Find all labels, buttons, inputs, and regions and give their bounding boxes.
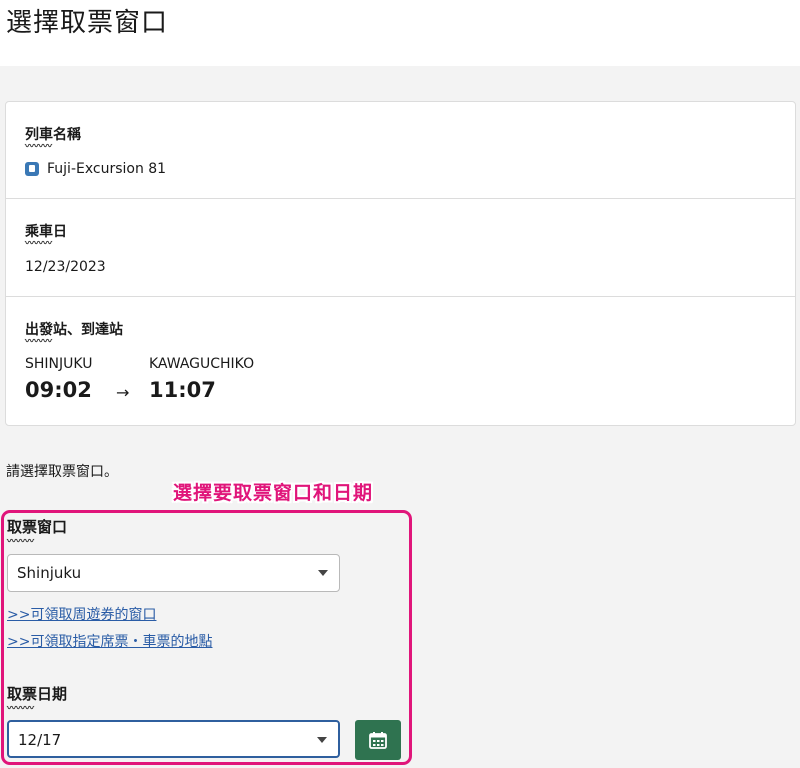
ride-date-label-jp: 〰〰〰 bbox=[25, 239, 53, 249]
arrival-station: KAWAGUCHIKO bbox=[149, 356, 255, 372]
pickup-date-select[interactable]: 12/17 bbox=[7, 720, 340, 758]
train-name-label-jp: 〰〰〰 bbox=[25, 142, 53, 152]
page-title: 選擇取票窗口 bbox=[6, 8, 169, 38]
page-header: 選擇取票窗口 bbox=[0, 0, 800, 66]
pickup-date-label-jp: 〰〰〰 bbox=[7, 704, 35, 714]
train-info-card: 列車名稱 〰〰〰 Fuji-Excursion 81 乘車日 〰〰〰 12/23… bbox=[5, 101, 796, 426]
train-name-section: 列車名稱 〰〰〰 Fuji-Excursion 81 bbox=[6, 102, 795, 199]
train-icon bbox=[25, 162, 39, 176]
pickup-date-value: 12/17 bbox=[18, 731, 62, 749]
calendar-icon bbox=[369, 732, 387, 749]
annotation-callout: 選擇要取票窗口和日期 bbox=[173, 482, 374, 504]
pickup-window-select[interactable]: Shinjuku bbox=[7, 554, 340, 592]
stations-label-jp: 〰〰〰 bbox=[25, 337, 53, 347]
calendar-button[interactable] bbox=[355, 720, 401, 760]
pickup-window-value: Shinjuku bbox=[17, 564, 82, 582]
ride-date-section: 乘車日 〰〰〰 12/23/2023 bbox=[6, 199, 795, 297]
train-name-label: 列車名稱 bbox=[25, 127, 81, 143]
arrival-time: 11:07 bbox=[149, 378, 216, 402]
pass-pickup-window-link[interactable]: >>可領取周遊券的窗口 bbox=[7, 604, 156, 624]
pickup-window-label-jp: 〰〰〰 bbox=[7, 537, 35, 547]
ride-date-label: 乘車日 bbox=[25, 224, 67, 240]
reserved-ticket-location-link[interactable]: >>可領取指定席票・車票的地點 bbox=[7, 631, 212, 651]
stations-section: 出發站、到達站 〰〰〰 SHINJUKU 09:02 → KAWAGUCHIKO… bbox=[6, 297, 795, 427]
arrow-icon: → bbox=[116, 383, 130, 402]
chevron-down-icon bbox=[317, 737, 327, 743]
pickup-window-label: 取票窗口 bbox=[7, 518, 68, 536]
train-name-value: Fuji-Excursion 81 bbox=[47, 161, 167, 177]
instruction-text: 請選擇取票窗口。 bbox=[6, 464, 118, 480]
chevron-down-icon bbox=[318, 570, 328, 576]
ride-date-value: 12/23/2023 bbox=[25, 259, 106, 275]
departure-station: SHINJUKU bbox=[25, 356, 93, 372]
departure-time: 09:02 bbox=[25, 378, 92, 402]
pickup-date-label: 取票日期 bbox=[7, 685, 68, 703]
stations-label: 出發站、到達站 bbox=[25, 322, 123, 338]
